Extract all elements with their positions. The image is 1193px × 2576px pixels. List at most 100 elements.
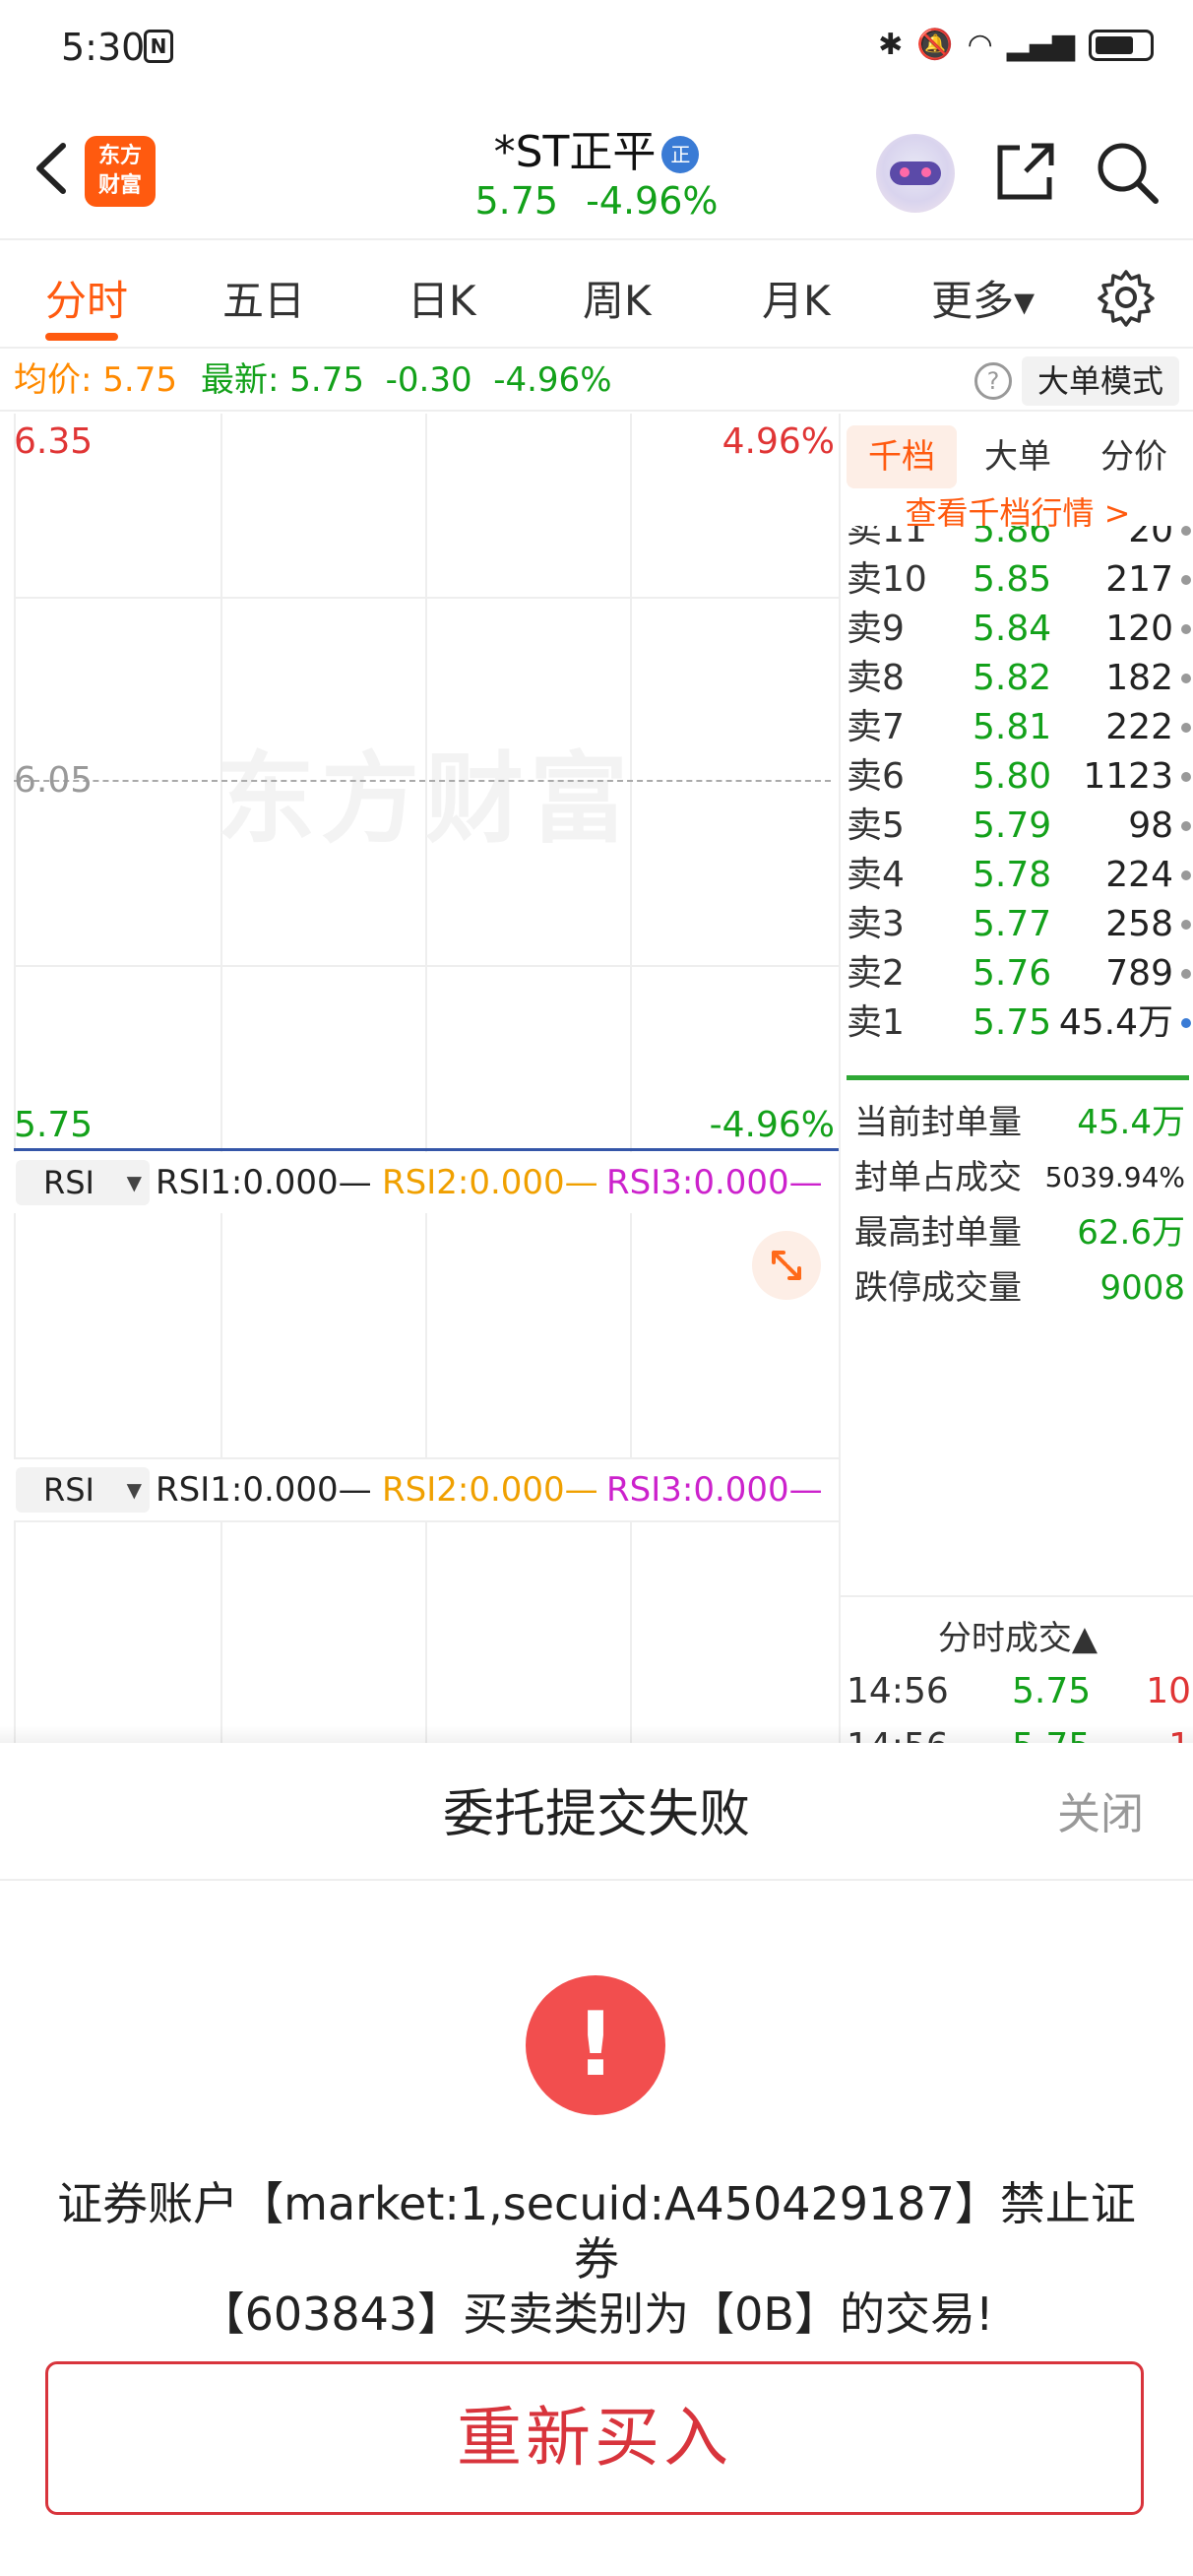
book-row-volume: 182 <box>1105 658 1173 698</box>
error-message: 证券账户【market:1,secuid:A450429187】禁止证券 【60… <box>39 2176 1154 2342</box>
stat-label: 最高封单量 <box>854 1213 1022 1253</box>
book-row-price: 5.82 <box>973 658 1052 698</box>
book-row: 卖4 5.78 224 <box>847 851 1191 900</box>
book-row: 卖6 5.80 1123 <box>847 752 1191 802</box>
book-row-price: 5.79 <box>973 805 1052 846</box>
grid-line <box>14 965 839 967</box>
help-icon[interactable]: ? <box>974 362 1012 400</box>
nfc-icon: N <box>144 30 173 63</box>
book-row: 卖11 5.86 20 <box>847 526 1191 555</box>
dialog-divider <box>0 1879 1193 1881</box>
rsi2-value: RSI2:0.000— <box>382 1470 598 1510</box>
error-message-line-1: 证券账户【market:1,secuid:A450429187】禁止证券 <box>57 2177 1136 2286</box>
status-time: 5:30 <box>61 26 146 69</box>
bluetooth-icon: ✱ <box>878 28 904 62</box>
dot-icon <box>1181 526 1191 536</box>
tab-five-day[interactable]: 五日 <box>222 268 305 328</box>
rsi-select-label: RSI <box>43 1471 94 1509</box>
gear-icon[interactable] <box>1095 266 1158 329</box>
stat-row: 封单占成交 5039.94% <box>854 1150 1185 1205</box>
y-axis-top: 6.35 <box>14 421 94 462</box>
tab-more[interactable]: 更多▾ <box>931 268 1035 328</box>
book-row: 卖3 5.77 258 <box>847 900 1191 949</box>
book-row-label: 卖7 <box>847 707 905 747</box>
book-row: 卖1 5.75 45.4万 <box>847 998 1191 1048</box>
stat-row: 跌停成交量 9008 <box>854 1260 1185 1316</box>
book-row: 卖10 5.85 217 <box>847 555 1191 605</box>
rsi-indicator-select[interactable]: RSI ▼ <box>16 1160 150 1205</box>
book-row: 卖8 5.82 182 <box>847 654 1191 703</box>
stat-value: 5039.94% <box>1044 1161 1185 1193</box>
book-tab-price[interactable]: 分价 <box>1079 425 1189 488</box>
stock-header: 东方 财富 *ST正平正 5.75 -4.96% <box>0 98 1193 240</box>
tab-monthly-k[interactable]: 月K <box>762 268 831 328</box>
book-row-price: 5.80 <box>973 756 1052 797</box>
search-icon[interactable] <box>1093 138 1162 207</box>
prev-close-line <box>14 780 831 782</box>
watermark: 东方财富 <box>217 741 634 857</box>
book-tab-bigorder[interactable]: 大单 <box>963 425 1073 488</box>
latest-value: 5.75 <box>289 360 364 400</box>
dot-icon <box>1181 723 1191 733</box>
stat-value: 9008 <box>1099 1268 1185 1308</box>
rsi-panel-1-header: RSI ▼ RSI1:0.000— RSI2:0.000— RSI3:0.000— <box>14 1152 839 1213</box>
book-row-volume: 224 <box>1105 855 1173 895</box>
book-row-label: 卖8 <box>847 658 905 698</box>
book-row-price: 5.76 <box>973 953 1052 994</box>
mute-icon: 🔕 <box>916 28 954 62</box>
order-book-panel: 千档 大单 分价 查看千档行情 > 卖11 5.86 20 卖10 5.85 217 卖… <box>839 414 1193 1743</box>
tab-intraday[interactable]: 分时 <box>45 268 128 328</box>
book-row-price: 5.78 <box>973 855 1052 895</box>
stat-value: 45.4万 <box>1077 1103 1185 1142</box>
book-row-price: 5.86 <box>973 526 1052 550</box>
dot-icon <box>1181 870 1191 880</box>
assistant-robot-icon[interactable] <box>876 134 955 213</box>
book-row: 卖9 5.84 120 <box>847 605 1191 654</box>
bigorder-mode-button[interactable]: 大单模式 <box>1022 356 1179 406</box>
caret-down-icon: ▼ <box>126 1478 142 1502</box>
stock-name: *ST正平 <box>493 127 657 177</box>
trade-qty: 10 <box>1146 1671 1191 1711</box>
dot-icon <box>1181 772 1191 782</box>
dot-icon <box>1181 969 1191 979</box>
y-axis-bottom-pct: -4.96% <box>709 1105 835 1145</box>
tab-daily-k[interactable]: 日K <box>408 268 476 328</box>
share-icon[interactable] <box>990 138 1059 207</box>
avg-label: 均价: <box>14 360 93 400</box>
book-row-volume: 222 <box>1105 707 1173 747</box>
trades-header[interactable]: 分时成交▲ <box>841 1611 1193 1659</box>
y-axis-bottom: 5.75 <box>14 1105 94 1145</box>
book-tab-levels[interactable]: 千档 <box>847 425 957 488</box>
rsi-indicator-select[interactable]: RSI ▼ <box>16 1467 150 1513</box>
book-row: 卖7 5.81 222 <box>847 703 1191 752</box>
trade-row: 14:56 5.75 10 <box>847 1664 1191 1719</box>
book-row-price: 5.77 <box>973 904 1052 944</box>
rsi3-value: RSI3:0.000— <box>606 1163 823 1202</box>
rsi2-value: RSI2:0.000— <box>382 1163 598 1202</box>
latest-price: 最新: 5.75 -0.30 -4.96% <box>201 351 612 410</box>
dialog-title: 委托提交失败 <box>442 1785 750 1844</box>
dialog-shadow <box>0 1725 1193 1745</box>
rebuy-button[interactable]: 重新买入 <box>45 2361 1144 2515</box>
battery-icon <box>1089 29 1154 61</box>
stat-row: 当前封单量 45.4万 <box>854 1095 1185 1150</box>
y-axis-mid: 6.05 <box>14 760 94 801</box>
tab-weekly-k[interactable]: 周K <box>583 268 652 328</box>
expand-icon[interactable] <box>752 1231 821 1300</box>
book-row-price: 5.75 <box>973 1002 1052 1043</box>
grid-line <box>14 414 16 1743</box>
badge-icon: 正 <box>661 136 700 173</box>
dot-icon <box>1181 920 1191 930</box>
close-button[interactable]: 关闭 <box>1057 1778 1144 1841</box>
rsi1-value: RSI1:0.000— <box>156 1470 372 1510</box>
intraday-chart[interactable]: 东方财富 6.35 4.96% 6.05 5.75 -4.96% RSI ▼ RS… <box>0 414 839 1743</box>
latest-change-pct: -4.96% <box>493 360 612 400</box>
wifi-icon: ◠ <box>967 28 993 62</box>
dot-icon <box>1181 821 1191 831</box>
book-row-volume: 98 <box>1128 805 1173 846</box>
rsi1-value: RSI1:0.000— <box>156 1163 372 1202</box>
stock-change-pct: -4.96% <box>586 179 719 223</box>
book-row-volume: 120 <box>1105 609 1173 649</box>
book-divider <box>847 1075 1189 1080</box>
book-row-volume: 789 <box>1105 953 1173 994</box>
